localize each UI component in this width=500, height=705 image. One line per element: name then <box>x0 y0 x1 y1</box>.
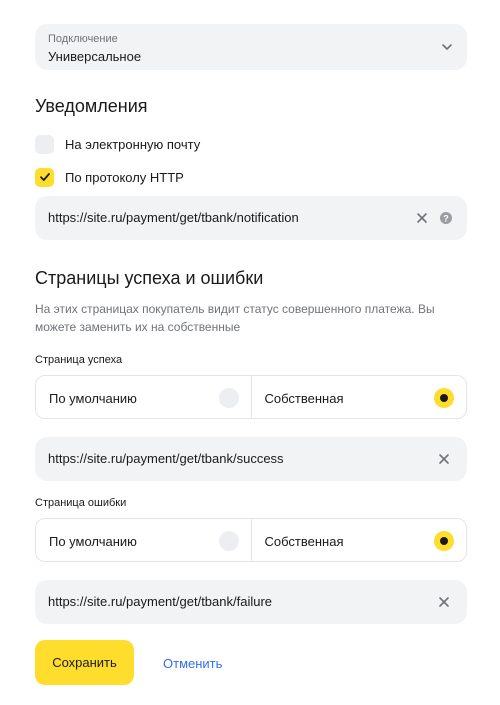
option-label: По умолчанию <box>49 391 137 406</box>
failure-page-label: Страница ошибки <box>35 497 127 509</box>
http-notification-checkbox[interactable]: По протоколу HTTP <box>35 167 184 187</box>
success-page-label: Страница успеха <box>35 354 123 366</box>
success-url-value: https://site.ru/payment/get/tbank/succes… <box>48 451 284 466</box>
failure-custom-option[interactable]: Собственная <box>250 519 467 561</box>
notifications-heading: Уведомления <box>35 96 148 116</box>
svg-text:?: ? <box>443 214 449 224</box>
cancel-link[interactable]: Отменить <box>163 656 222 671</box>
connection-label: Подключение <box>48 33 118 45</box>
help-icon[interactable]: ? <box>439 211 453 225</box>
option-label: Собственная <box>264 391 344 406</box>
radio-selected[interactable] <box>434 388 454 408</box>
connection-select[interactable]: Подключение Универсальное <box>35 24 467 70</box>
checkbox-checked[interactable] <box>35 167 54 187</box>
failure-url-field[interactable]: https://site.ru/payment/get/tbank/failur… <box>35 580 467 624</box>
email-notification-label: На электронную почту <box>65 136 201 152</box>
option-label: Собственная <box>264 534 344 549</box>
close-icon[interactable] <box>437 595 451 609</box>
email-notification-checkbox[interactable]: На электронную почту <box>35 134 200 154</box>
option-label: По умолчанию <box>49 534 137 549</box>
save-button[interactable]: Сохранить <box>35 640 134 685</box>
pages-description: На этих страницах покупатель видит стату… <box>35 302 435 334</box>
pages-heading: Страницы успеха и ошибки <box>35 268 264 288</box>
failure-url-value: https://site.ru/payment/get/tbank/failur… <box>48 594 273 609</box>
radio-selected[interactable] <box>434 531 454 551</box>
http-notification-label: По протоколу HTTP <box>65 169 184 185</box>
close-icon[interactable] <box>415 211 429 225</box>
success-url-field[interactable]: https://site.ru/payment/get/tbank/succes… <box>35 437 467 481</box>
notification-url-value: https://site.ru/payment/get/tbank/notifi… <box>48 210 299 225</box>
connection-value: Универсальное <box>48 49 142 64</box>
radio-unselected[interactable] <box>218 531 239 551</box>
success-page-radio-group: По умолчанию Собственная <box>35 375 467 419</box>
success-custom-option[interactable]: Собственная <box>250 376 467 418</box>
radio-unselected[interactable] <box>218 388 239 408</box>
failure-default-option[interactable]: По умолчанию <box>36 519 251 561</box>
check-icon <box>39 173 50 181</box>
checkbox-unchecked[interactable] <box>35 134 54 154</box>
notification-url-field[interactable]: https://site.ru/payment/get/tbank/notifi… <box>35 196 467 240</box>
failure-page-radio-group: По умолчанию Собственная <box>35 518 467 562</box>
close-icon[interactable] <box>437 452 451 466</box>
success-default-option[interactable]: По умолчанию <box>36 376 251 418</box>
chevron-down-icon <box>442 44 452 50</box>
